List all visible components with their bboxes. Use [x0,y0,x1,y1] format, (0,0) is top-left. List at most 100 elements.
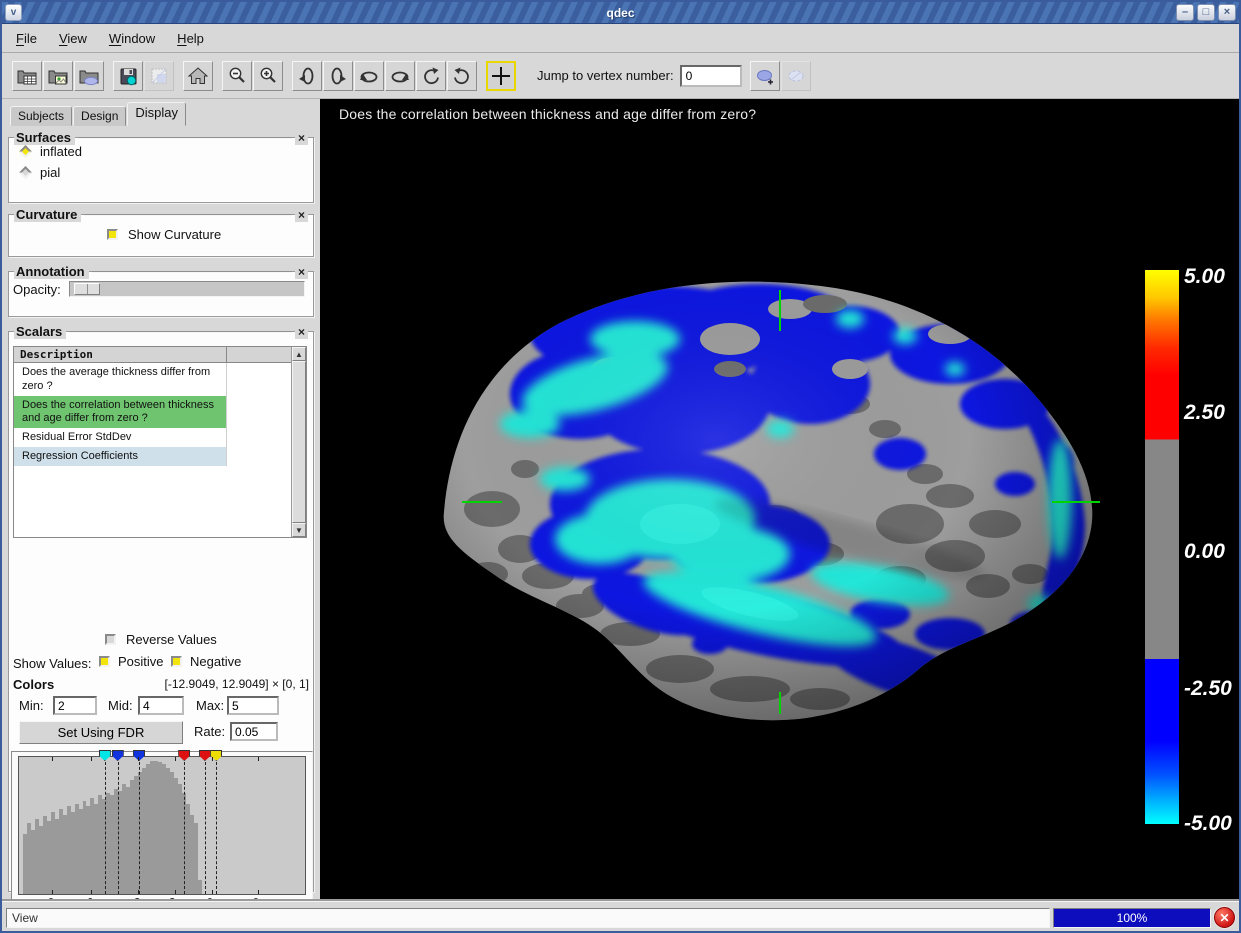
cancel-progress-icon[interactable]: ✕ [1214,907,1235,928]
curvature-section: Curvature × Show Curvature [8,214,314,257]
mid-input[interactable] [138,696,184,715]
reset-view-home-icon [187,65,209,87]
menu-view[interactable]: View [59,31,87,46]
colorbar-tick-label: 2.50 [1184,401,1225,425]
negative-checkbox[interactable]: Negative [171,654,241,669]
window-title: qdec [2,6,1239,20]
threshold-marker[interactable] [199,750,211,761]
jump-to-vertex-input[interactable] [680,65,742,87]
opacity-slider-handle[interactable] [74,283,100,295]
qdec-window: v qdec – □ × File View Window Help [0,0,1241,933]
remove-selection-label-icon [785,65,807,87]
menu-bar: File View Window Help [2,25,1239,53]
set-using-fdr-button[interactable]: Set Using FDR [19,721,183,744]
menu-file[interactable]: File [16,31,37,46]
positive-checkbox[interactable]: Positive [99,654,164,669]
brain-surface-render[interactable] [430,274,1110,724]
rotate-left-icon [296,65,318,87]
surface-option-inflated[interactable]: inflated [21,144,313,159]
add-selection-label-button[interactable] [750,61,780,91]
zoom-in-button[interactable] [253,61,283,91]
save-data-table-icon [117,65,139,87]
opacity-label: Opacity: [13,282,61,297]
open-annotation-button[interactable] [43,61,73,91]
zoom-out-button[interactable] [222,61,252,91]
colorbar-tick-label: -2.50 [1184,677,1232,701]
open-data-table-button[interactable] [12,61,42,91]
max-input[interactable] [227,696,279,715]
threshold-marker[interactable] [99,750,111,761]
table-row-selected[interactable]: Does the correlation between thickness a… [14,396,226,429]
maximize-icon[interactable]: □ [1197,4,1215,21]
curvature-close-icon[interactable]: × [295,208,308,222]
surface-option-pial[interactable]: pial [21,165,313,180]
add-selection-label-icon [754,65,776,87]
reverse-values-checkbox[interactable]: Reverse Values [105,632,217,647]
scrollbar-thumb[interactable] [292,361,306,523]
threshold-marker[interactable] [133,750,145,761]
status-bar: View 100% ✕ [2,901,1239,933]
threshold-marker[interactable] [178,750,190,761]
threshold-marker[interactable] [112,750,124,761]
mid-label: Mid: [108,698,133,713]
render-view[interactable]: Does the correlation between thickness a… [320,99,1239,901]
annotation-section: Annotation × Opacity: [8,271,314,317]
colorbar-tick-label: -5.00 [1184,812,1232,836]
menu-window[interactable]: Window [109,31,155,46]
roll-clockwise-icon [451,65,473,87]
show-values-label: Show Values: [13,656,92,671]
curvature-title: Curvature [14,207,81,222]
table-row[interactable]: Does the average thickness differ from z… [14,363,226,396]
scroll-up-icon[interactable]: ▲ [292,347,306,361]
tab-display[interactable]: Display [127,102,186,126]
show-curvature-checkbox[interactable]: Show Curvature [107,227,313,242]
zoom-out-icon [226,65,248,87]
save-screenshot-icon [148,65,170,87]
surfaces-close-icon[interactable]: × [295,131,308,145]
open-data-table-icon [16,65,38,87]
table-header-description[interactable]: Description [14,347,227,362]
save-screenshot-button[interactable] [144,61,174,91]
scalars-section: Scalars × Description Does the average t… [8,331,314,892]
rotate-down-button[interactable] [385,61,415,91]
title-bar[interactable]: v qdec – □ × [2,2,1239,24]
menu-help[interactable]: Help [177,31,204,46]
rotate-down-icon [389,65,411,87]
rotate-up-button[interactable] [354,61,384,91]
scroll-down-icon[interactable]: ▼ [292,523,306,537]
save-data-table-button[interactable] [113,61,143,91]
min-input[interactable] [53,696,97,715]
colors-label: Colors [13,677,54,692]
table-scrollbar[interactable]: ▲ ▼ [291,347,306,537]
control-panel: Subjects Design Display Surfaces × infla… [2,99,320,901]
remove-selection-label-button[interactable] [781,61,811,91]
opacity-slider[interactable] [69,281,305,297]
select-vertex-crosshair-icon [490,65,512,87]
roll-counterclockwise-button[interactable] [416,61,446,91]
status-message: View [6,908,1050,928]
checkbox-unchecked-icon [105,634,116,645]
roll-clockwise-button[interactable] [447,61,477,91]
toolbar: Jump to vertex number: [2,53,1239,99]
rate-input[interactable] [230,722,278,741]
cursor-tick-top [779,290,781,331]
tab-design[interactable]: Design [73,106,126,126]
reset-view-button[interactable] [183,61,213,91]
zoom-in-icon [257,65,279,87]
close-icon[interactable]: × [1218,4,1236,21]
table-row[interactable]: Regression Coefficients [14,447,226,466]
minimize-icon[interactable]: – [1176,4,1194,21]
select-vertex-button[interactable] [486,61,516,91]
jump-to-vertex-label: Jump to vertex number: [537,68,674,83]
max-label: Max: [196,698,224,713]
checkbox-checked-icon [171,656,182,667]
threshold-histogram: -9.-6.-2.2.6.9. [11,751,313,913]
rotate-left-button[interactable] [292,61,322,91]
tab-subjects[interactable]: Subjects [10,106,72,126]
rotate-right-button[interactable] [323,61,353,91]
open-label-button[interactable] [74,61,104,91]
histogram-plot [18,756,306,895]
checkbox-checked-icon [107,229,118,240]
histogram-overlay [19,757,305,894]
table-row[interactable]: Residual Error StdDev [14,428,226,447]
